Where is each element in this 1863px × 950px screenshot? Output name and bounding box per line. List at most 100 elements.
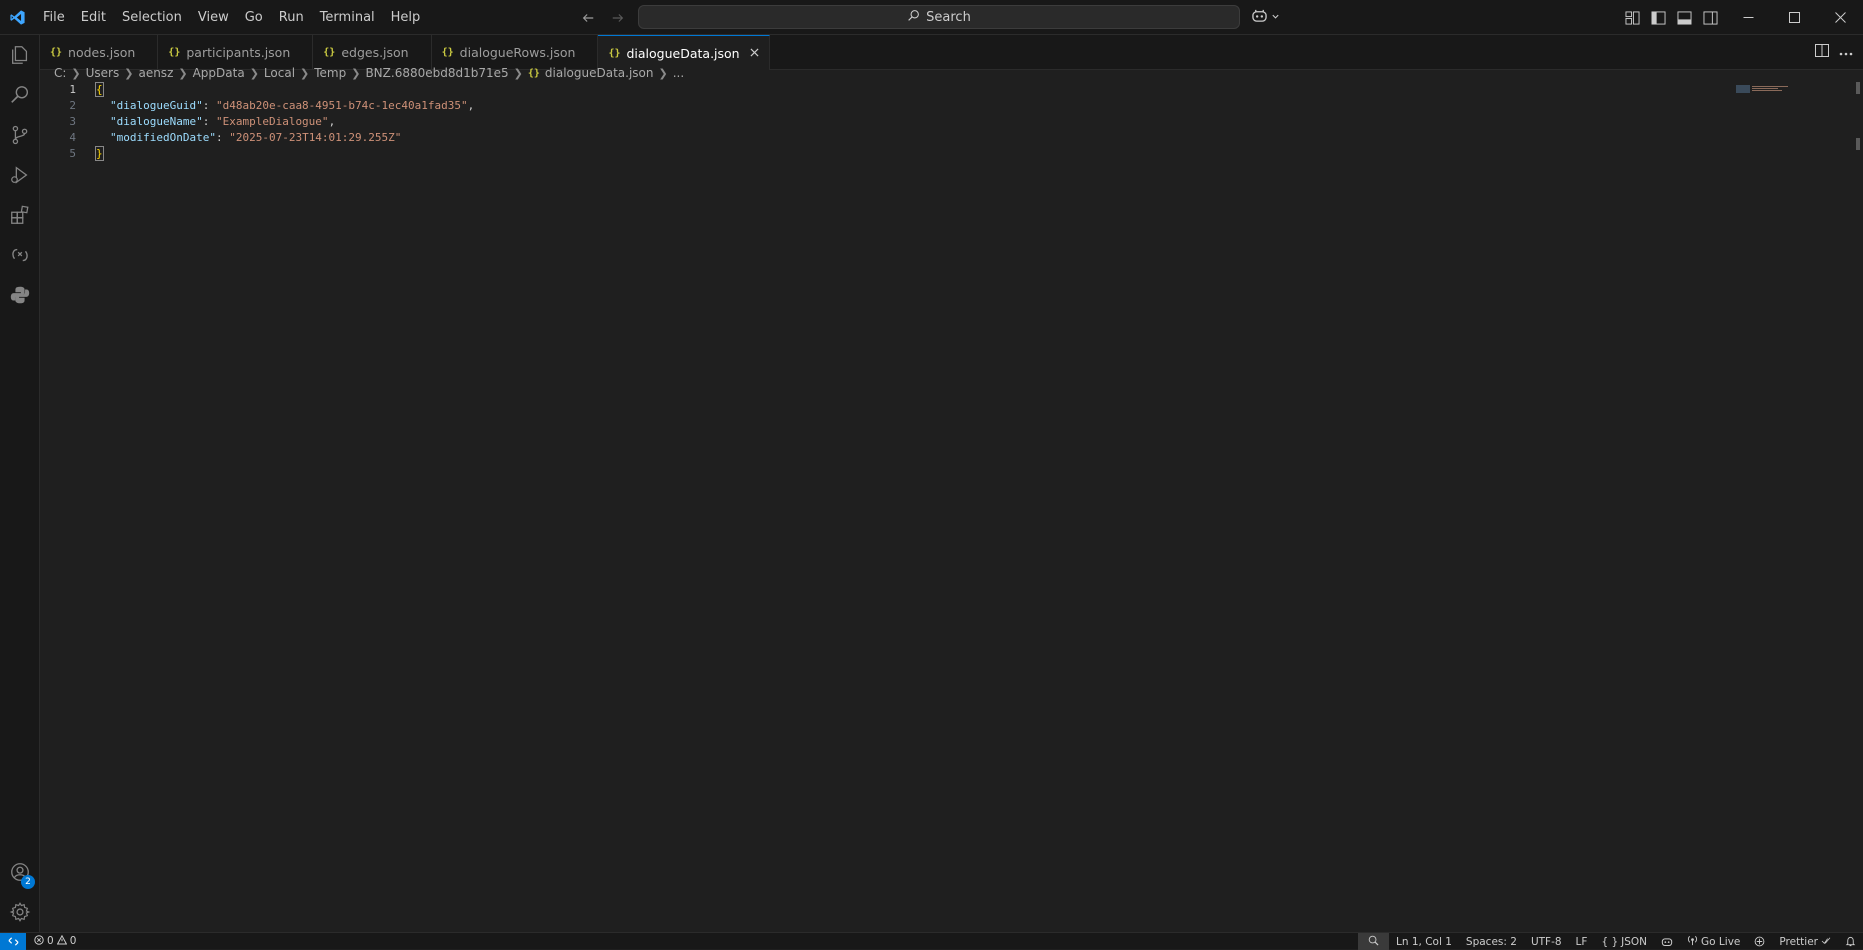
breadcrumb-segment[interactable]: C: xyxy=(54,66,66,80)
command-center-search[interactable]: Search xyxy=(638,5,1240,29)
python-icon[interactable] xyxy=(0,275,40,315)
breadcrumb-segment[interactable]: BNZ.6880ebd8d1b71e5 xyxy=(365,66,508,80)
maximize-icon[interactable] xyxy=(1771,0,1817,35)
code-line: 1 { xyxy=(40,82,1845,98)
error-icon xyxy=(34,934,44,948)
toggle-panel-icon[interactable] xyxy=(1674,8,1694,28)
menu-help[interactable]: Help xyxy=(383,0,429,35)
end-of-line[interactable]: LF xyxy=(1569,933,1595,950)
remote-indicator-icon[interactable] xyxy=(0,932,26,950)
line-number: 2 xyxy=(69,99,76,112)
window-controls xyxy=(1725,0,1863,35)
braces-icon: { } xyxy=(1601,935,1619,948)
language-mode[interactable]: { } JSON xyxy=(1594,933,1654,950)
open-brace: { xyxy=(95,82,104,97)
explorer-icon[interactable] xyxy=(0,35,40,75)
search-icon xyxy=(907,9,920,26)
copilot-status-icon[interactable] xyxy=(1654,933,1680,950)
close-window-icon[interactable] xyxy=(1817,0,1863,35)
settings-gear-icon[interactable] xyxy=(0,892,40,932)
customize-layout-icon[interactable] xyxy=(1622,8,1642,28)
menu-edit[interactable]: Edit xyxy=(73,0,114,35)
menu-selection[interactable]: Selection xyxy=(114,0,190,35)
breadcrumb-segment[interactable]: Local xyxy=(264,66,295,80)
language-label: JSON xyxy=(1621,935,1648,948)
minimize-icon[interactable] xyxy=(1725,0,1771,35)
cursor-position[interactable]: Ln 1, Col 1 xyxy=(1389,933,1459,950)
vscode-logo-icon xyxy=(0,0,35,35)
line-number: 1 xyxy=(69,83,76,96)
prettier-label: Prettier xyxy=(1779,935,1818,948)
toggle-primary-sidebar-icon[interactable] xyxy=(1648,8,1668,28)
copilot-icon xyxy=(1251,8,1268,27)
line-content: { xyxy=(95,82,104,98)
breadcrumb-segment[interactable]: AppData xyxy=(193,66,245,80)
bell-icon[interactable] xyxy=(1838,933,1863,950)
menu-view[interactable]: View xyxy=(190,0,237,35)
breadcrumb-segment[interactable]: Users xyxy=(86,66,120,80)
file-encoding[interactable]: UTF-8 xyxy=(1524,933,1569,950)
menu-file[interactable]: File xyxy=(35,0,73,35)
json-comma: , xyxy=(328,115,336,128)
vertical-scrollbar[interactable] xyxy=(1854,82,1862,932)
extensions-icon[interactable] xyxy=(0,195,40,235)
breadcrumb-segment[interactable]: aensz xyxy=(138,66,173,80)
live-share-icon[interactable] xyxy=(0,235,40,275)
json-file-icon: {} xyxy=(50,47,63,58)
close-tab-icon[interactable] xyxy=(750,46,759,61)
line-content: "modifiedOnDate": "2025-07-23T14:01:29.2… xyxy=(110,131,402,144)
json-key: "dialogueGuid" xyxy=(110,99,203,112)
code-line: 3 "dialogueName": "ExampleDialogue", xyxy=(40,114,1845,130)
go-live-label: Go Live xyxy=(1701,935,1741,948)
split-editor-icon[interactable] xyxy=(1815,44,1829,61)
run-debug-icon[interactable] xyxy=(0,155,40,195)
line-content: "dialogueGuid": "d48ab20e-caa8-4951-b74c… xyxy=(110,99,475,112)
navigation-arrows xyxy=(578,0,628,35)
breadcrumb-more[interactable]: ... xyxy=(673,66,684,80)
json-key: "dialogueName" xyxy=(110,115,203,128)
menu-go[interactable]: Go xyxy=(237,0,271,35)
search-view-icon[interactable] xyxy=(0,75,40,115)
json-file-icon: {} xyxy=(441,47,454,58)
source-control-icon[interactable] xyxy=(0,115,40,155)
line-number: 4 xyxy=(69,131,76,144)
menu-terminal[interactable]: Terminal xyxy=(312,0,383,35)
more-actions-icon[interactable] xyxy=(1839,45,1853,60)
line-content: "dialogueName": "ExampleDialogue", xyxy=(110,115,336,128)
zoom-indicator[interactable] xyxy=(1358,933,1390,950)
chevron-down-icon xyxy=(1271,10,1280,25)
menu-run[interactable]: Run xyxy=(271,0,312,35)
code-line: 2 "dialogueGuid": "d48ab20e-caa8-4951-b7… xyxy=(40,98,1845,114)
status-bar: 0 0 Ln 1, Col 1 Spaces: 2 UTF-8 LF { } J… xyxy=(0,932,1863,950)
tab-label: nodes.json xyxy=(68,45,136,60)
tab-label: participants.json xyxy=(186,45,291,60)
chevron-right-icon: ❯ xyxy=(300,66,310,80)
chevron-right-icon: ❯ xyxy=(249,66,259,80)
code-line: 4 "modifiedOnDate": "2025-07-23T14:01:29… xyxy=(40,130,1845,146)
chevron-right-icon: ❯ xyxy=(71,66,81,80)
tab-label: edges.json xyxy=(341,45,409,60)
menu-bar: File Edit Selection View Go Run Terminal… xyxy=(35,0,428,35)
indentation[interactable]: Spaces: 2 xyxy=(1459,933,1524,950)
forward-arrow-icon[interactable] xyxy=(608,8,628,28)
notifications-settings-icon[interactable] xyxy=(1747,933,1772,950)
toggle-secondary-sidebar-icon[interactable] xyxy=(1700,8,1720,28)
json-value: "ExampleDialogue" xyxy=(215,115,329,128)
json-file-icon: {} xyxy=(608,47,621,59)
chevron-right-icon: ❯ xyxy=(351,66,361,80)
accounts-icon[interactable]: 2 xyxy=(0,852,40,892)
go-live-button[interactable]: Go Live xyxy=(1680,933,1747,950)
copilot-button[interactable] xyxy=(1251,0,1280,35)
title-bar: File Edit Selection View Go Run Terminal… xyxy=(0,0,1863,35)
chevron-right-icon: ❯ xyxy=(513,66,523,80)
problems-indicator[interactable]: 0 0 xyxy=(26,934,76,948)
minimap[interactable] xyxy=(1736,82,1806,93)
breadcrumb-segment[interactable]: Temp xyxy=(314,66,346,80)
breadcrumb: C: ❯ Users ❯ aensz ❯ AppData ❯ Local ❯ T… xyxy=(40,63,684,83)
code-editor[interactable]: 1 { 2 "dialogueGuid": "d48ab20e-caa8-495… xyxy=(40,82,1845,932)
breadcrumb-file[interactable]: dialogueData.json xyxy=(545,66,654,80)
line-number: 5 xyxy=(69,147,76,160)
json-file-icon: {} xyxy=(168,47,181,58)
prettier-status[interactable]: Prettier xyxy=(1772,933,1838,950)
back-arrow-icon[interactable] xyxy=(578,8,598,28)
